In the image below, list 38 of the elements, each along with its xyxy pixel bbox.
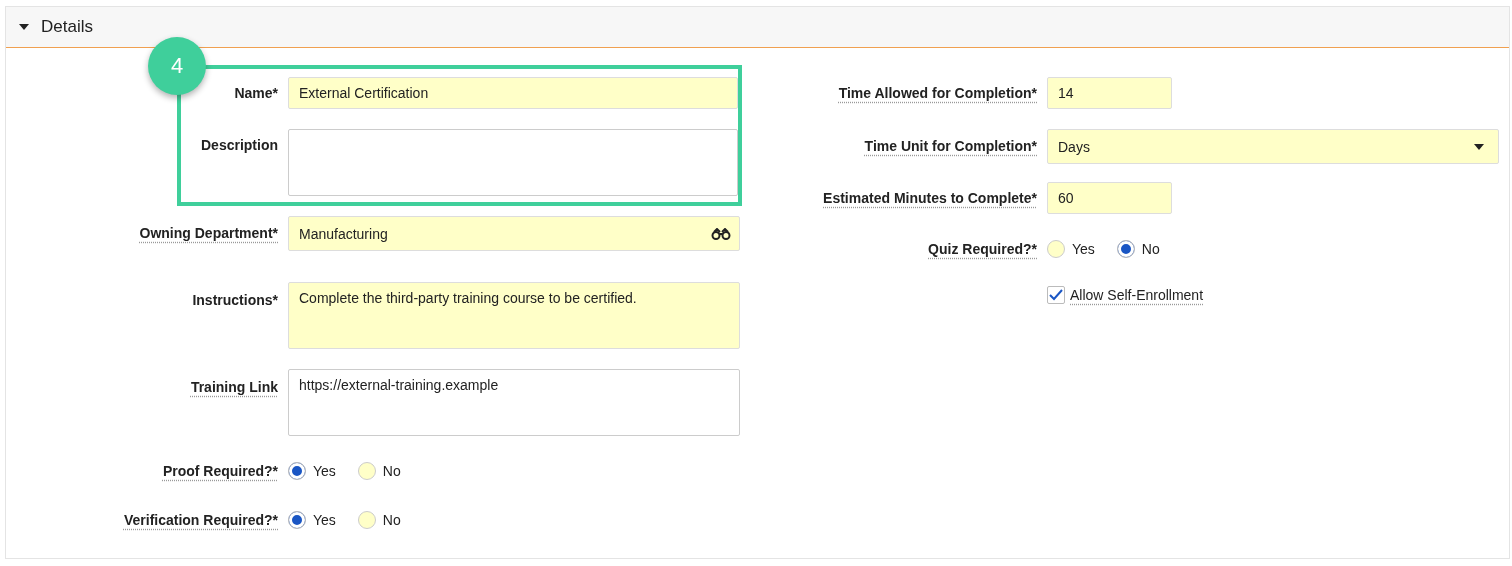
- field-label: Name*: [233, 84, 278, 101]
- dropdown[interactable]: Days: [1047, 129, 1499, 164]
- lookup-field[interactable]: Manufacturing: [288, 216, 740, 251]
- radio-label[interactable]: No: [382, 512, 401, 528]
- radio-label[interactable]: Yes: [1072, 241, 1095, 257]
- radio-button[interactable]: [357, 462, 376, 480]
- step-badge: 4: [148, 37, 206, 95]
- description-field[interactable]: [288, 129, 738, 196]
- radio-label[interactable]: No: [1141, 241, 1160, 257]
- field-label: Estimated Minutes to Complete*: [822, 189, 1037, 206]
- radio-label[interactable]: No: [382, 463, 401, 479]
- section-title: Details: [41, 17, 93, 37]
- radio-button[interactable]: [1047, 240, 1065, 258]
- text-area[interactable]: https://external-training.example: [288, 369, 740, 436]
- radio-button[interactable]: [1116, 240, 1135, 258]
- text-area[interactable]: Complete the third-party training course to be certified.: [288, 282, 740, 349]
- field-label: Owning Department*: [138, 224, 278, 241]
- field-label: Time Unit for Completion*: [863, 137, 1037, 154]
- text-field[interactable]: 60: [1047, 182, 1172, 214]
- field-label: Proof Required?*: [161, 463, 278, 479]
- radio-button[interactable]: [288, 462, 306, 480]
- field-label: Quiz Required?*: [927, 241, 1037, 257]
- caret-icon[interactable]: [18, 23, 30, 31]
- field-label: Verification Required?*: [122, 512, 278, 528]
- name-field[interactable]: External Certification: [288, 77, 738, 109]
- field-label: Instructions*: [191, 291, 278, 308]
- field-label: Time Allowed for Completion*: [837, 84, 1037, 101]
- field-label: Description: [200, 136, 278, 153]
- radio-button[interactable]: [357, 511, 376, 529]
- field-label: Training Link: [189, 378, 278, 395]
- radio-button[interactable]: [288, 511, 306, 529]
- binoculars-icon[interactable]: [711, 228, 731, 240]
- caret-icon: [1474, 144, 1484, 150]
- radio-label[interactable]: Yes: [313, 512, 336, 528]
- text-field[interactable]: 14: [1047, 77, 1172, 109]
- radio-label[interactable]: Yes: [313, 463, 336, 479]
- checkbox-label[interactable]: Allow Self-Enrollment: [1070, 287, 1204, 303]
- checkbox[interactable]: [1047, 286, 1065, 304]
